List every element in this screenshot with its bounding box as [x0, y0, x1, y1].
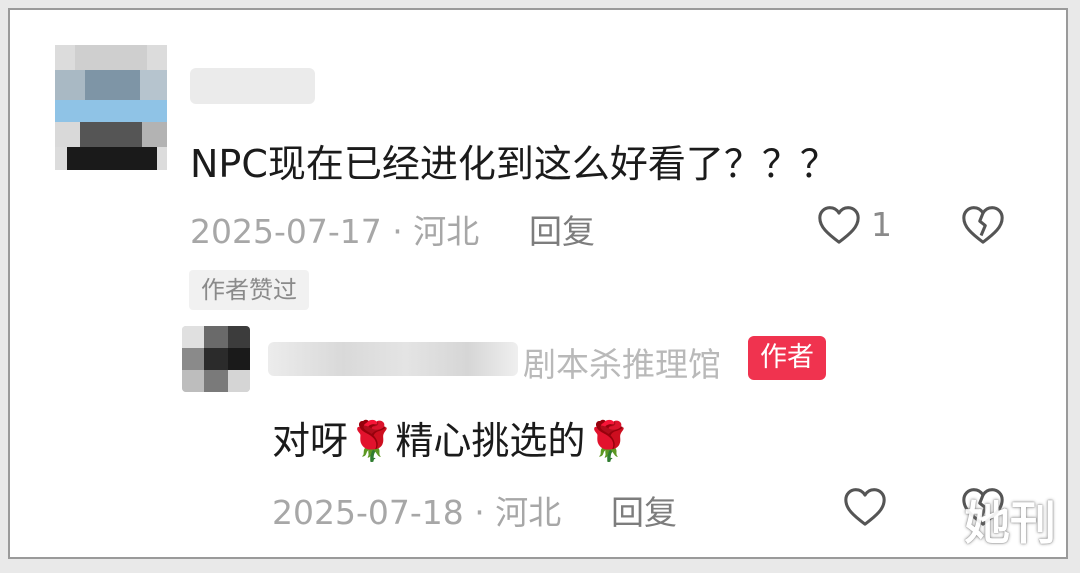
meta-separator: ·	[392, 212, 403, 251]
comment-location: 河北	[413, 212, 480, 251]
reply-reply-button[interactable]: 回复	[611, 486, 677, 534]
rose-icon: 🌹	[585, 419, 633, 463]
author-liked-tag: 作者赞过	[189, 270, 309, 310]
reply-author-avatar[interactable]	[182, 326, 250, 392]
reply-meta: 2025-07-18 · 河北	[272, 486, 561, 534]
watermark-logo: 她刊	[964, 496, 1056, 550]
commenter-name-blurred	[190, 68, 315, 104]
reply-author-name[interactable]: 剧本杀推理馆	[523, 338, 721, 386]
rose-icon: 🌹	[348, 419, 396, 463]
broken-heart-icon[interactable]	[960, 202, 1006, 246]
comment-text: NPC现在已经进化到这么好看了？？？	[190, 142, 838, 186]
reply-text-part2: 精心挑选的	[395, 419, 586, 463]
reply-location: 河北	[495, 493, 562, 532]
reply-author-name-blurred	[268, 342, 518, 376]
reply-date: 2025-07-18	[272, 493, 464, 532]
comment-reply-button[interactable]: 回复	[529, 205, 595, 253]
like-count: 1	[871, 205, 892, 244]
comment-date: 2025-07-17	[190, 212, 382, 251]
meta-separator: ·	[474, 493, 485, 532]
commenter-avatar[interactable]	[55, 45, 167, 170]
comment-meta: 2025-07-17 · 河北	[190, 205, 479, 253]
author-badge: 作者	[748, 336, 826, 380]
heart-outline-icon[interactable]	[842, 484, 888, 528]
comment-card	[8, 8, 1068, 559]
reply-text: 对呀🌹精心挑选的🌹	[272, 410, 633, 465]
heart-outline-icon[interactable]	[816, 202, 862, 246]
reply-text-part1: 对呀	[272, 419, 349, 463]
